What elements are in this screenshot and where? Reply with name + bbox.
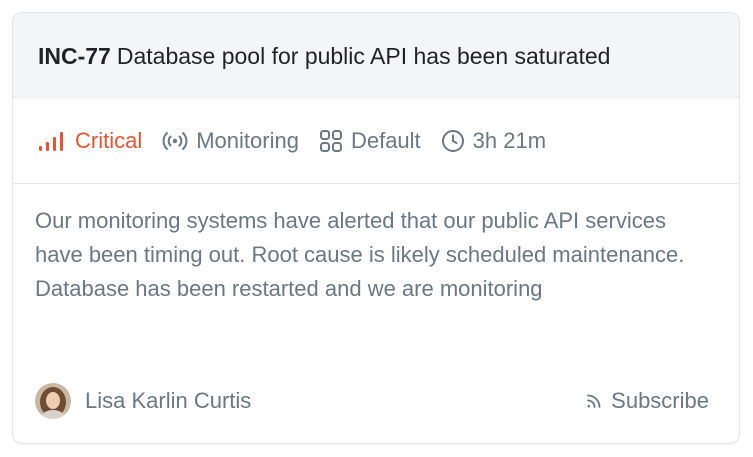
- type-badge[interactable]: Default: [319, 128, 421, 154]
- signal-bars-icon: [39, 132, 63, 151]
- rss-icon: [587, 394, 601, 408]
- severity-badge[interactable]: Critical: [37, 128, 142, 154]
- incident-card[interactable]: INC-77 Database pool for public API has …: [12, 12, 740, 444]
- subscribe-label: Subscribe: [611, 388, 709, 413]
- status-label: Monitoring: [196, 128, 299, 153]
- grid-icon: [319, 130, 342, 152]
- duration-label: 3h 21m: [472, 128, 547, 153]
- broadcast-icon: [162, 132, 188, 150]
- clock-icon: [441, 130, 464, 152]
- incident-meta-row: Critical Monitoring Default 3h 21m: [13, 99, 739, 184]
- type-label: Default: [350, 128, 421, 153]
- incident-footer: Lisa Karlin Curtis Subscribe: [35, 381, 709, 421]
- lead-name: Lisa Karlin Curtis: [85, 388, 252, 413]
- avatar: [35, 383, 71, 419]
- incident-description: Our monitoring systems have alerted that…: [35, 208, 685, 301]
- subscribe-button[interactable]: Subscribe: [585, 388, 709, 414]
- duration-badge: 3h 21m: [441, 128, 546, 154]
- incident-title: Database pool for public API has been sa…: [116, 42, 611, 69]
- status-badge[interactable]: Monitoring: [162, 128, 299, 154]
- incident-lead[interactable]: Lisa Karlin Curtis: [35, 383, 251, 419]
- incident-reference: INC-77: [38, 42, 111, 69]
- severity-label: Critical: [75, 128, 143, 153]
- incident-header[interactable]: INC-77 Database pool for public API has …: [13, 13, 739, 99]
